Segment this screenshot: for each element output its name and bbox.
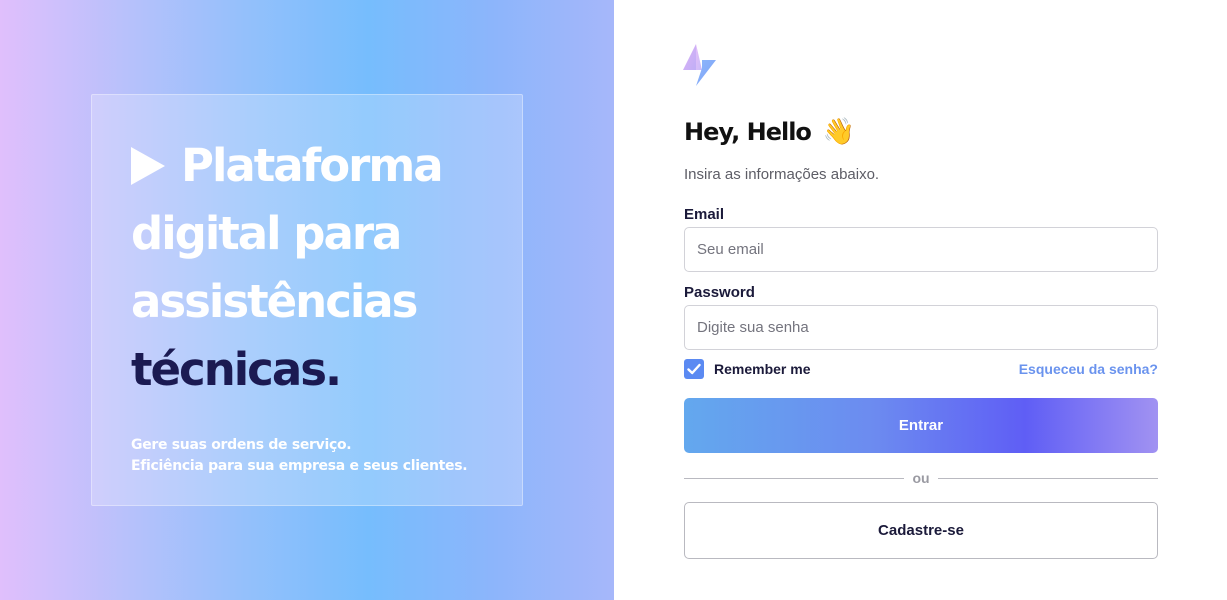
hero-headline: Plataforma digital para assistências téc… <box>131 132 491 404</box>
hero-headline-line3: assistências <box>131 275 418 328</box>
lightning-bolt-icon <box>683 44 716 86</box>
remember-me: Remember me <box>684 359 811 379</box>
checkmark-icon <box>687 363 701 375</box>
divider-line-right <box>937 477 1159 479</box>
forgot-password-link[interactable]: Esqueceu da senha? <box>1019 361 1158 377</box>
login-button[interactable]: Entrar <box>684 398 1158 453</box>
hero-headline-line2: digital para <box>131 207 402 260</box>
hero-panel: Plataforma digital para assistências téc… <box>0 0 614 600</box>
divider-line-left <box>684 477 905 479</box>
hero-subtext-line1: Gere suas ordens de serviço. <box>131 437 352 453</box>
hero-subtext: Gere suas ordens de serviço. Eficiência … <box>131 435 511 477</box>
remember-me-checkbox[interactable] <box>684 359 704 379</box>
email-field[interactable] <box>684 227 1158 272</box>
login-greeting: Hey, Hello 👋 <box>684 117 855 147</box>
play-icon <box>131 147 165 185</box>
password-label: Password <box>684 284 755 301</box>
divider-label: ou <box>912 470 930 486</box>
hero-headline-line1-row: Plataforma <box>131 132 491 200</box>
login-intro: Insira as informações abaixo. <box>684 166 880 183</box>
hero-headline-line1: Plataforma <box>181 139 444 192</box>
hero-headline-line4: técnicas. <box>131 343 342 396</box>
signup-button[interactable]: Cadastre-se <box>684 502 1158 559</box>
hero-subtext-line2: Eficiência para sua empresa e seus clien… <box>131 458 468 474</box>
email-label: Email <box>684 206 725 223</box>
or-divider: ou <box>684 468 1159 488</box>
password-field[interactable] <box>684 305 1158 350</box>
waving-hand-icon: 👋 <box>822 117 855 147</box>
greeting-text: Hey, Hello <box>684 118 812 146</box>
remember-me-label[interactable]: Remember me <box>714 361 811 377</box>
